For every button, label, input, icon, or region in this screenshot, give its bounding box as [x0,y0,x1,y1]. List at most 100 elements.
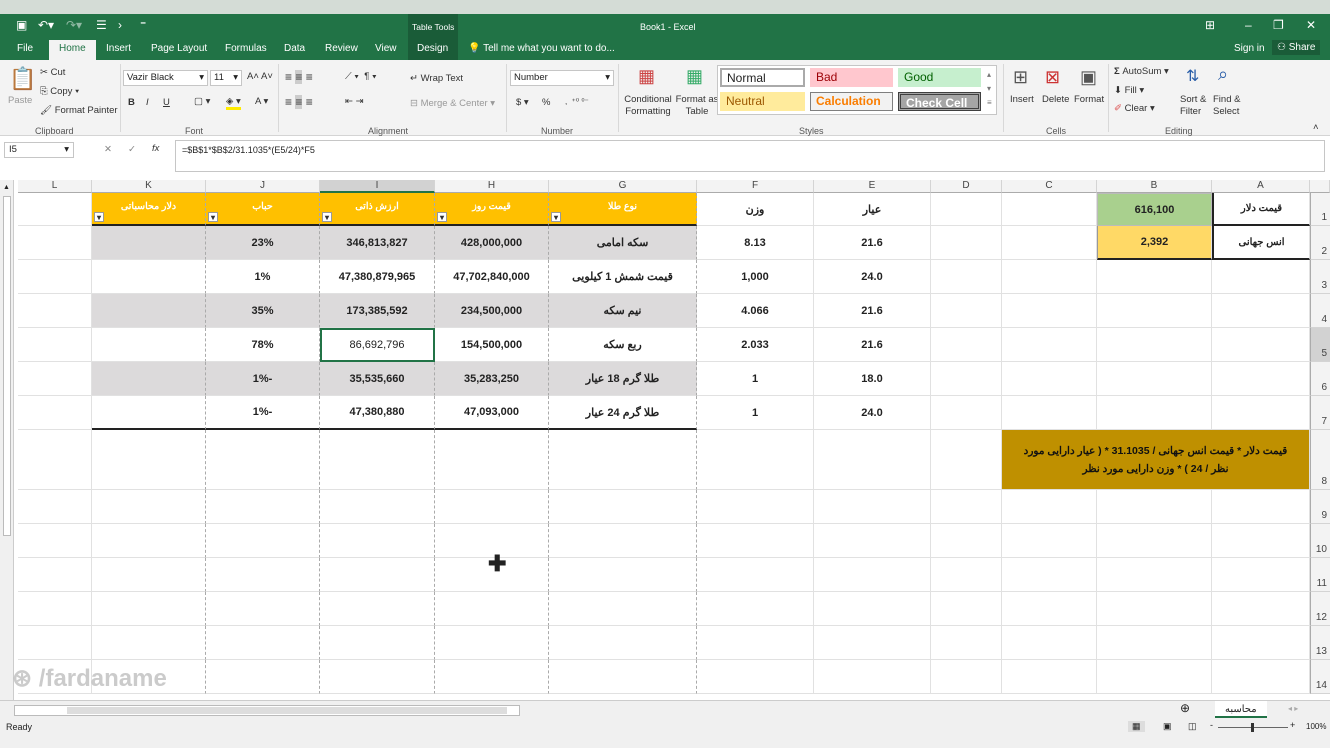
row-header-3[interactable]: 3 [1310,260,1330,294]
cell-F9[interactable] [697,490,814,524]
cell-B13[interactable] [1097,626,1212,660]
borders-icon[interactable]: ▢ ▾ [194,96,210,107]
cell-E13[interactable] [814,626,931,660]
indent-icons[interactable]: ⇤ ⇥ [345,96,364,107]
cell-I10[interactable] [320,524,435,558]
cell-L7[interactable] [18,396,92,430]
cell-D12[interactable] [931,592,1002,626]
cell-I4[interactable]: 173,385,592 [320,294,435,328]
currency-button[interactable]: $ ▾ [516,97,529,108]
cell-F13[interactable] [697,626,814,660]
cell-B9[interactable] [1097,490,1212,524]
cell-H1[interactable]: قیمت روز ▾ [435,193,549,226]
format-table-icon[interactable]: ▦ [686,66,703,87]
cell-A1[interactable]: قیمت دلار [1212,193,1310,226]
cell-C7[interactable] [1002,396,1097,430]
cell-C11[interactable] [1002,558,1097,592]
cell-J8[interactable] [206,430,320,490]
paste-button[interactable]: Paste [8,95,32,106]
cell-D13[interactable] [931,626,1002,660]
column-header-G[interactable]: G [549,180,697,193]
cell-J3[interactable]: 1% [206,260,320,294]
formula-input[interactable]: =$B$1*$B$2/31.1035*(E5/24)*F5 [175,140,1325,172]
cell-I3[interactable]: 47,380,879,965 [320,260,435,294]
close-icon[interactable]: ✕ [1306,18,1316,32]
zoom-slider[interactable] [1218,723,1288,732]
filter-dropdown-icon[interactable]: ▾ [94,212,104,222]
cell-D8[interactable] [931,430,1002,490]
zoom-slider-thumb[interactable] [1251,723,1254,732]
cell-G3[interactable]: قیمت شمش 1 کیلویی [549,260,697,294]
cell-G7[interactable]: طلا گرم 24 عیار [549,396,697,430]
column-header-H[interactable]: H [435,180,549,193]
cell-I6[interactable]: 35,535,660 [320,362,435,396]
cell-D1[interactable] [931,193,1002,226]
orientation-icon[interactable]: ⟋ ▾ ¶ ▾ [345,71,377,82]
style-normal[interactable]: Normal [720,68,805,87]
cell-A5[interactable] [1212,328,1310,362]
cell-F3[interactable]: 1,000 [697,260,814,294]
filter-dropdown-icon[interactable]: ▾ [208,212,218,222]
font-name-select[interactable]: Vazir Black ▾ [123,70,208,86]
cell-A14[interactable] [1212,660,1310,694]
clear-button[interactable]: ✐ Clear ▾ [1114,103,1155,114]
horizontal-align-icons[interactable]: ≡ ≡ ≡ [285,95,313,109]
redo-icon[interactable]: ↷▾ [66,18,82,32]
cell-I7[interactable]: 47,380,880 [320,396,435,430]
tab-home[interactable]: Home [49,40,96,60]
cancel-icon[interactable]: ✕ [104,144,112,155]
cell-L2[interactable] [18,226,92,260]
cell-I2[interactable]: 346,813,827 [320,226,435,260]
grow-font-icon[interactable]: A˄ A˅ [247,71,273,82]
cell-E9[interactable] [814,490,931,524]
cell-B6[interactable] [1097,362,1212,396]
cell-A11[interactable] [1212,558,1310,592]
autosum-button[interactable]: Σ AutoSum ▾ [1114,66,1169,77]
percent-button[interactable]: % [542,97,550,108]
fill-color-icon[interactable]: ◈ ▾ [226,96,241,110]
cell-D5[interactable] [931,328,1002,362]
normal-view-icon[interactable]: ▦ [1128,721,1145,732]
cell-F2[interactable]: 8.13 [697,226,814,260]
cell-G12[interactable] [549,592,697,626]
cell-B4[interactable] [1097,294,1212,328]
sort-filter-button[interactable]: Sort & Filter [1180,94,1210,118]
cell-J5[interactable]: 78% [206,328,320,362]
cell-L12[interactable] [18,592,92,626]
row-header-8[interactable]: 8 [1310,430,1330,490]
cell-A10[interactable] [1212,524,1310,558]
cell-E12[interactable] [814,592,931,626]
sort-icon[interactable]: ☰ [96,18,107,32]
cell-K8[interactable] [92,430,206,490]
cut-button[interactable]: ✂ Cut [40,67,65,78]
cell-F11[interactable] [697,558,814,592]
row-header-14[interactable]: 14 [1310,660,1330,694]
restore-icon[interactable]: ❐ [1273,18,1284,32]
cell-C13[interactable] [1002,626,1097,660]
cell-H3[interactable]: 47,702,840,000 [435,260,549,294]
row-header-6[interactable]: 6 [1310,362,1330,396]
share-button[interactable]: ⚇ Share [1272,40,1321,55]
cell-I9[interactable] [320,490,435,524]
filter-dropdown-icon[interactable]: ▾ [437,212,447,222]
cell-J11[interactable] [206,558,320,592]
cell-H4[interactable]: 234,500,000 [435,294,549,328]
cell-G1[interactable]: نوع طلا ▾ [549,193,697,226]
cell-L10[interactable] [18,524,92,558]
insert-function-icon[interactable]: fx [152,143,159,154]
cell-J13[interactable] [206,626,320,660]
column-header-C[interactable]: C [1002,180,1097,193]
ribbon-options-icon[interactable]: ⊞ [1205,18,1215,32]
cell-L8[interactable] [18,430,92,490]
cell-C6[interactable] [1002,362,1097,396]
cell-G6[interactable]: طلا گرم 18 عیار [549,362,697,396]
cell-D14[interactable] [931,660,1002,694]
cell-B7[interactable] [1097,396,1212,430]
customize-icon[interactable]: ⁼ [140,18,146,32]
format-cells-icon[interactable]: ▣ [1080,67,1097,88]
cell-H2[interactable]: 428,000,000 [435,226,549,260]
sort-filter-icon[interactable]: ⇅ [1186,66,1199,86]
conditional-formatting-button[interactable]: Conditional Formatting [622,94,674,118]
tab-page-layout[interactable]: Page Layout [151,43,207,54]
zoom-out-button[interactable]: - [1210,720,1213,730]
